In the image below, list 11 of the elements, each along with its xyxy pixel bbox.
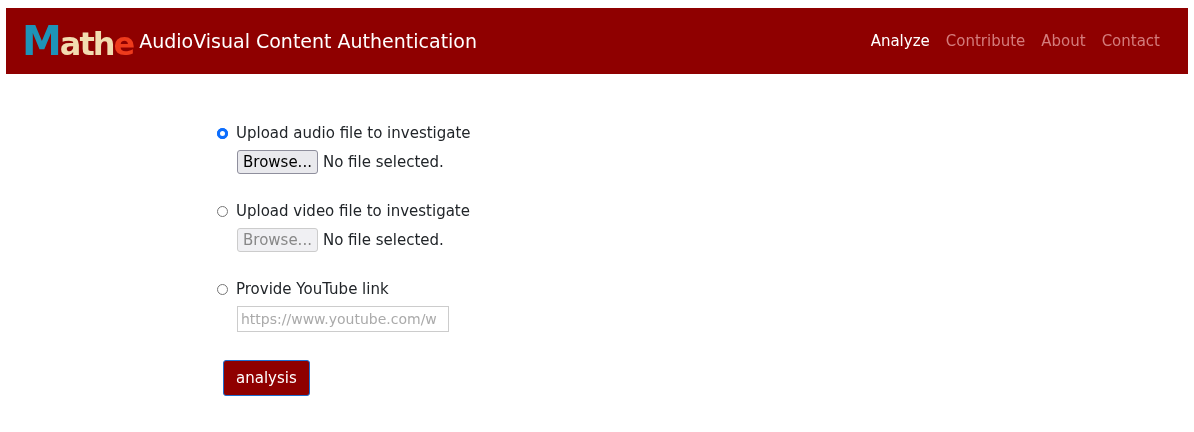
browse-button[interactable]: Browse... xyxy=(237,150,318,174)
radio-button[interactable] xyxy=(217,127,228,139)
option-label: Provide YouTube link xyxy=(236,280,389,298)
option-label: Upload video file to investigate xyxy=(236,202,470,220)
option-label: Upload audio file to investigate xyxy=(236,124,471,142)
file-status: No file selected. xyxy=(322,231,444,249)
logo[interactable]: Mathe xyxy=(22,21,134,61)
site-title[interactable]: AudioVisual Content Authentication xyxy=(139,30,478,52)
file-status: No file selected. xyxy=(322,153,444,171)
analysis-button[interactable]: analysis xyxy=(223,360,310,396)
nav-link[interactable]: Analyze xyxy=(870,32,930,50)
